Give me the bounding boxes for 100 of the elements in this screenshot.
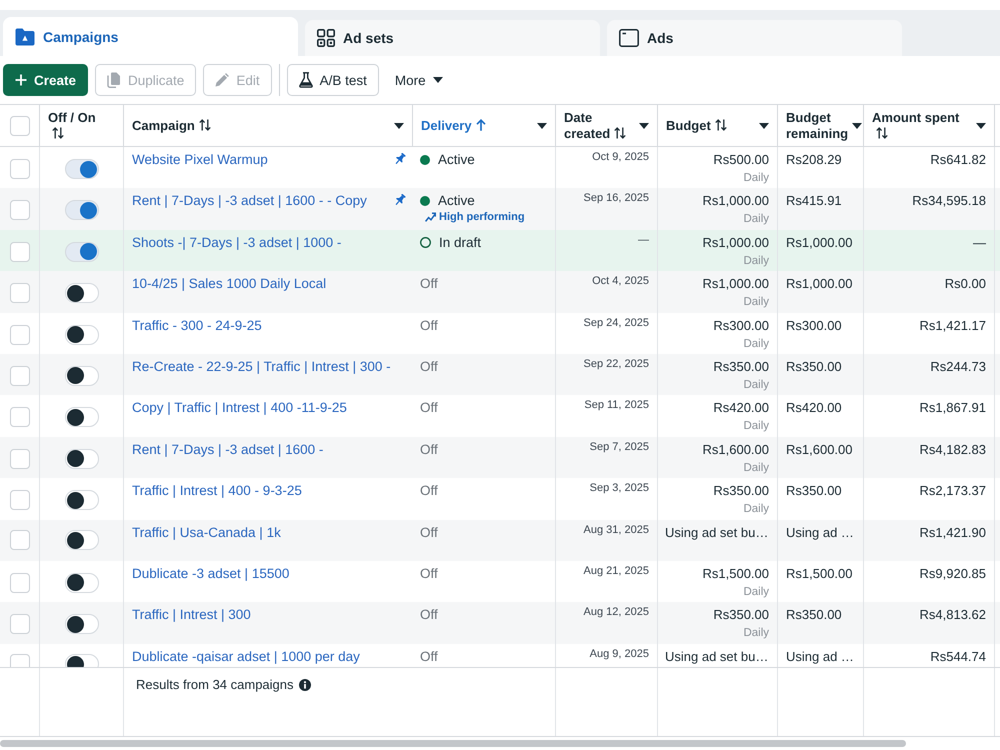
caret-icon[interactable] [759,122,769,128]
sort-icon[interactable] [614,126,626,138]
caret-icon[interactable] [852,122,862,128]
delivery-status: Active [438,151,475,169]
tab[interactable]: Campaigns [3,17,298,56]
toggle-switch[interactable] [64,614,98,634]
campaign-link[interactable]: Shoots -| 7-Days | -3 adset | 1000 - [132,234,342,252]
column-header[interactable]: Budget [666,118,727,134]
date-created: Sep 24, 2025 [584,316,649,329]
checkbox[interactable] [10,324,30,345]
delivery-status: Off [420,399,438,418]
toggle-switch[interactable] [64,530,98,550]
campaign-link[interactable]: Dublicate -3 adset | 15500 [132,564,290,583]
date-created: Sep 16, 2025 [584,192,649,204]
column-header[interactable]: Amount spent [872,110,972,142]
date-created: Oct 9, 2025 [592,151,649,163]
checkbox[interactable] [10,200,30,220]
checkbox[interactable] [10,614,30,634]
campaign-link[interactable]: Rent | 7-Days | -3 adset | 1600 - [132,440,324,459]
checkbox[interactable] [10,407,30,428]
amount-spent: Rs0.00 [944,276,986,292]
pushpin-icon[interactable] [394,194,406,206]
checkbox[interactable] [10,366,30,386]
toggle-switch[interactable] [64,407,98,428]
checkbox[interactable] [10,448,30,469]
checkbox[interactable] [10,530,30,550]
budget-period: Daily [743,212,769,228]
delivery-status: Off [420,564,438,583]
checkbox[interactable] [10,159,30,179]
toggle-switch[interactable] [64,572,98,593]
caret-icon[interactable] [639,122,649,128]
ab-test-button[interactable]: A/B test [286,64,379,96]
trend-arrow-icon [425,212,436,222]
sort-icon[interactable] [198,118,211,130]
toggle-switch[interactable] [64,324,98,345]
caret-icon[interactable] [432,77,443,83]
campaign-link[interactable]: 10-4/25 | Sales 1000 Daily Local [132,275,326,294]
flask-icon [298,72,313,88]
budget-amount: Rs420.00 [713,399,769,418]
checkbox[interactable] [10,572,30,593]
amount-spent: Rs2,173.37 [920,483,986,498]
budget-remaining: Rs208.29 [786,152,842,167]
sort-icon[interactable] [52,126,64,138]
status-dot-icon [420,196,430,206]
tab[interactable]: Ads [607,20,902,56]
checkbox[interactable] [10,116,30,136]
delivery-status: Off [420,275,438,294]
toggle-switch[interactable] [64,448,98,469]
campaign-link[interactable]: Dublicate -qaisar adset | 1000 per day [132,648,360,666]
toggle-switch[interactable] [64,200,98,220]
create-button[interactable]: Create [3,64,88,96]
column-header[interactable]: Off / On [48,110,106,142]
more-button[interactable]: More [386,64,452,96]
toggle-switch[interactable] [64,242,98,262]
checkbox[interactable] [10,242,30,262]
arrow-up-icon[interactable] [476,118,486,130]
campaign-link[interactable]: Copy | Traffic | Intrest | 400 -11-9-25 [132,399,347,418]
budget-period: Daily [743,336,769,352]
budget-amount: Rs1,000.00 [702,275,769,294]
campaign-link[interactable]: Rent | 7-Days | -3 adset | 1600 - - Copy [132,192,367,210]
budget-period: Daily [743,378,769,393]
budget-remaining: Rs300.00 [786,318,842,333]
campaign-link[interactable]: Re-Create - 22-9-25 | Traffic | Intrest | 300 - [132,358,391,376]
checkbox[interactable] [10,283,30,304]
column-header[interactable]: Date created [564,110,635,142]
sort-icon[interactable] [876,126,888,138]
campaign-link[interactable]: Traffic - 300 - 24-9-25 [132,316,262,335]
checkbox[interactable] [10,490,30,510]
budget-amount: Rs350.00 [713,606,769,624]
toggle-switch[interactable] [64,159,98,179]
column-header[interactable]: Campaign [132,118,211,134]
caret-icon[interactable] [976,122,986,128]
budget-period: Daily [743,295,769,310]
scrollbar-thumb[interactable] [0,740,906,747]
budget-amount: Rs1,000.00 [702,234,769,252]
date-created: Sep 22, 2025 [584,358,649,370]
amount-spent: Rs1,421.17 [920,318,986,333]
budget-remaining: Using ad … [786,648,854,664]
column-header[interactable]: Delivery [421,118,486,134]
sort-icon[interactable] [714,118,727,130]
toggle-switch[interactable] [64,283,98,304]
pushpin-icon[interactable] [394,153,406,165]
tab[interactable]: Ad sets [305,20,600,56]
pencil-icon [215,73,230,87]
caret-icon[interactable] [537,122,547,128]
copy-icon [107,72,122,88]
budget-amount: Rs1,600.00 [702,440,769,459]
window-icon [619,29,639,47]
amount-spent: Rs4,182.83 [920,442,986,457]
toggle-switch[interactable] [64,366,98,386]
amount-spent: — [973,234,986,250]
budget-amount: Rs1,500.00 [702,564,769,583]
campaign-link[interactable]: Traffic | Intrest | 300 [132,606,251,624]
campaign-link[interactable]: Website Pixel Warmup [132,151,268,169]
amount-spent: Rs9,920.85 [920,566,986,581]
campaign-link[interactable]: Traffic | Intrest | 400 - 9-3-25 [132,482,302,500]
column-header[interactable]: Budget remaining [786,110,848,142]
campaign-link[interactable]: Traffic | Usa-Canada | 1k [132,524,281,542]
toggle-switch[interactable] [64,490,98,510]
caret-icon[interactable] [394,122,404,128]
